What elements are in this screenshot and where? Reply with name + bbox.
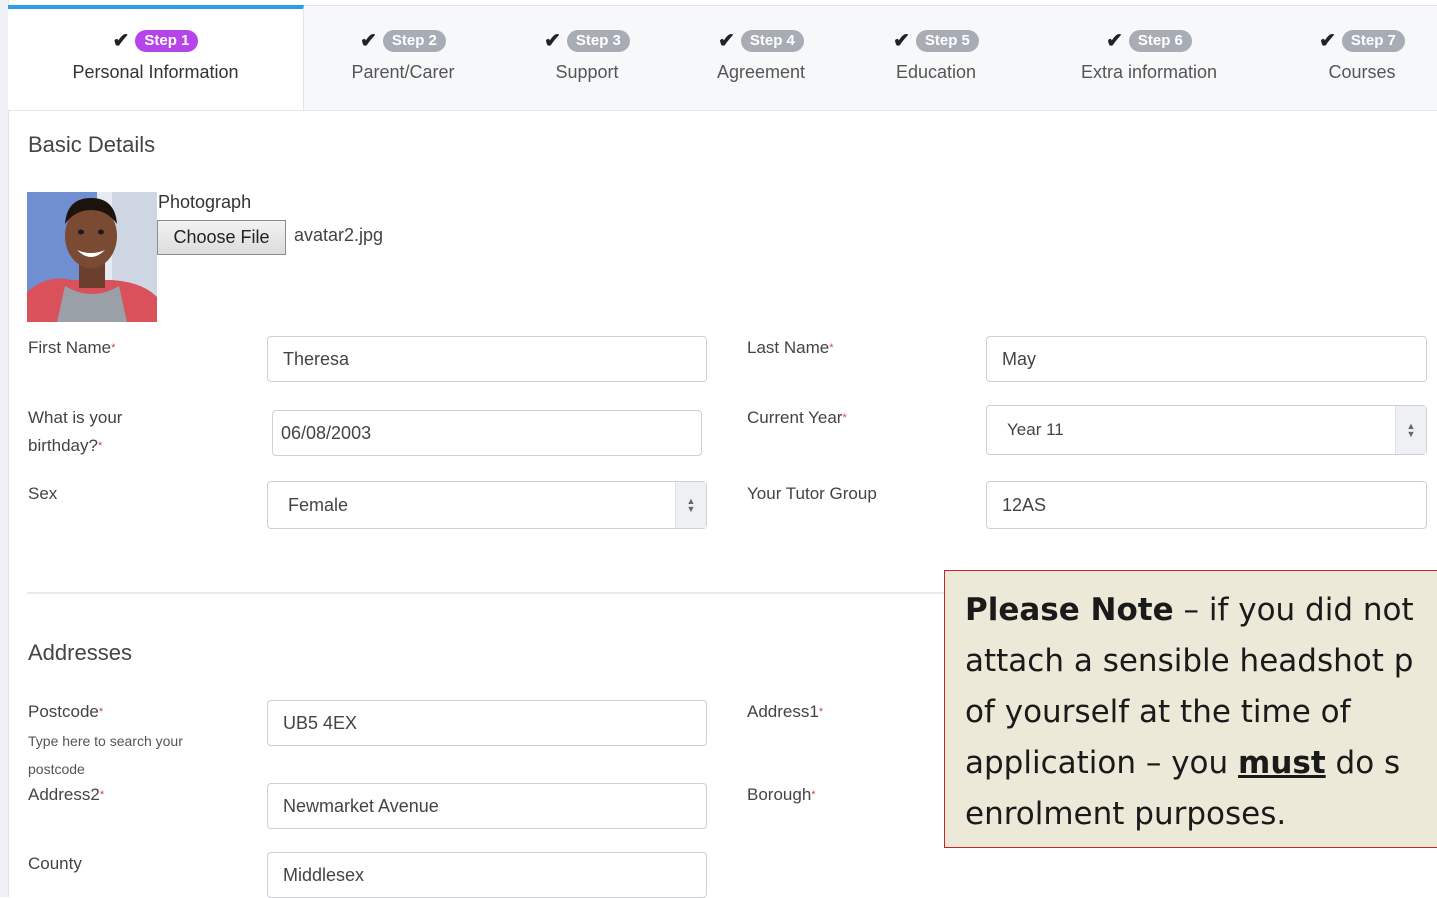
note-line-4b: do s: [1325, 745, 1401, 781]
tutor-group-field[interactable]: [986, 481, 1427, 529]
step-badge: Step 3: [566, 30, 630, 52]
please-note-callout: Please Note – if you did not attach a se…: [944, 570, 1437, 848]
tab-step-6[interactable]: ✔ Step 6 Extra information: [1022, 6, 1276, 110]
address2-label: Address2*: [28, 785, 105, 804]
section-divider: [27, 592, 947, 594]
sex-label: Sex: [28, 484, 58, 503]
postcode-field[interactable]: [267, 700, 707, 746]
tab-step-7[interactable]: ✔ Step 7 Courses: [1276, 6, 1437, 110]
tab-step-3[interactable]: ✔ Step 3 Support: [502, 6, 672, 110]
tab-label: Agreement: [716, 62, 806, 82]
first-name-label: First Name*: [28, 338, 116, 357]
checkmark-icon: ✔: [360, 30, 377, 52]
left-gutter: [0, 0, 9, 897]
tab-label: Courses: [1328, 62, 1396, 82]
select-arrows-icon: ▲ ▼: [1395, 406, 1426, 454]
step-badge: Step 5: [915, 30, 979, 52]
note-must: must: [1238, 745, 1326, 781]
tab-label: Parent/Carer: [351, 62, 455, 82]
county-field[interactable]: [267, 852, 707, 898]
checkmark-icon: ✔: [718, 30, 735, 52]
address2-field[interactable]: [267, 783, 707, 829]
checkmark-icon: ✔: [112, 30, 130, 52]
checkmark-icon: ✔: [1106, 30, 1123, 52]
sex-select[interactable]: Female ▲ ▼: [267, 481, 707, 529]
note-line-1: – if you did not: [1173, 592, 1414, 628]
tab-step-2[interactable]: ✔ Step 2 Parent/Carer: [304, 6, 502, 110]
selected-file-name: avatar2.jpg: [294, 225, 384, 245]
checkmark-icon: ✔: [893, 30, 910, 52]
profile-photo: [27, 192, 157, 322]
note-line-4a: application – you: [965, 745, 1239, 781]
current-year-value: Year 11: [1007, 420, 1064, 439]
postcode-hint: Type here to search your postcode: [28, 733, 183, 777]
tab-label: Education: [895, 62, 977, 82]
borough-label: Borough*: [747, 785, 816, 804]
first-name-field[interactable]: [267, 336, 707, 382]
step-badge: Step 6: [1128, 30, 1192, 52]
county-label: County: [28, 854, 82, 873]
tab-label: Personal Information: [72, 62, 239, 82]
tab-step-4[interactable]: ✔ Step 4 Agreement: [672, 6, 850, 110]
step-badge: Step 2: [382, 30, 446, 52]
address1-label: Address1*: [747, 702, 824, 721]
step-badge: Step 7: [1341, 30, 1405, 52]
photograph-label: Photograph: [158, 192, 252, 212]
tab-label: Extra information: [1080, 62, 1218, 82]
last-name-field[interactable]: [986, 336, 1427, 382]
note-line-2: attach a sensible headshot p: [965, 643, 1414, 679]
addresses-heading: Addresses: [28, 640, 132, 665]
tab-step-5[interactable]: ✔ Step 5 Education: [850, 6, 1022, 110]
step-badge: Step 1: [135, 30, 199, 52]
select-arrows-icon: ▲ ▼: [675, 482, 706, 528]
note-lead: Please Note: [965, 592, 1174, 628]
tab-step-1[interactable]: ✔ Step 1 Personal Information: [8, 5, 304, 110]
birthday-label: What is your birthday?*: [28, 408, 123, 455]
checkmark-icon: ✔: [544, 30, 561, 52]
tab-label: Support: [555, 62, 619, 82]
choose-file-button[interactable]: Choose File: [157, 220, 286, 255]
note-line-3: of yourself at the time of: [965, 694, 1351, 730]
step-tabs: ✔ Step 1 Personal Information ✔ Step 2 Par…: [8, 5, 1437, 111]
postcode-label: Postcode*: [28, 702, 104, 721]
note-line-5: enrolment purposes.: [965, 796, 1287, 832]
birthday-field[interactable]: [272, 410, 702, 456]
sex-value: Female: [288, 494, 349, 515]
current-year-label: Current Year*: [747, 408, 847, 427]
current-year-select[interactable]: Year 11 ▲ ▼: [986, 405, 1427, 455]
last-name-label: Last Name*: [747, 338, 834, 357]
basic-details-heading: Basic Details: [28, 132, 156, 157]
step-badge: Step 4: [740, 30, 804, 52]
checkmark-icon: ✔: [1319, 30, 1336, 52]
tutor-group-label: Your Tutor Group: [747, 484, 877, 503]
